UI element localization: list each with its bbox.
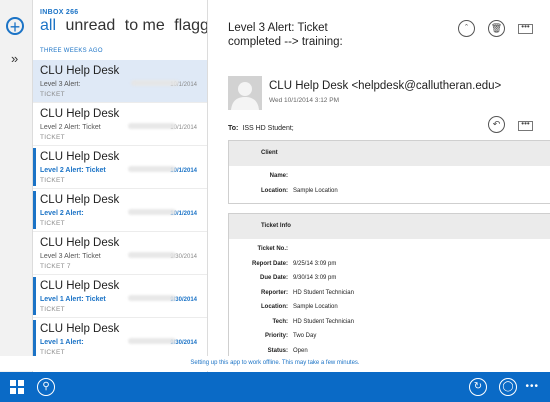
list-item[interactable]: CLU Help Desk Level 3 Alert: TICKET 10/1/20… bbox=[33, 60, 207, 103]
list-item-tag: TICKET bbox=[40, 349, 65, 356]
list-item-subject: Level 1 Alert: bbox=[40, 339, 84, 346]
list-item-subject: Level 2 Alert: Ticket bbox=[40, 167, 106, 174]
list-item-subject: Level 2 Alert: Ticket bbox=[40, 124, 101, 131]
list-item[interactable]: CLU Help Desk Level 2 Alert: Ticket TICKET… bbox=[33, 146, 207, 189]
field-value: Sample Location bbox=[293, 304, 338, 310]
delete-icon[interactable]: 🗑 bbox=[488, 20, 505, 37]
sync-icon[interactable]: ↻ bbox=[469, 378, 487, 396]
message-list: CLU Help Desk Level 3 Alert: TICKET 10/1/20… bbox=[33, 60, 207, 361]
field-label: Location: bbox=[261, 304, 288, 310]
list-item-sender: CLU Help Desk bbox=[40, 108, 120, 120]
field-row: Location: Sample Location bbox=[229, 301, 550, 316]
offline-setup-notice: Setting up this app to work offline. Thi… bbox=[0, 356, 550, 371]
list-item-sender: CLU Help Desk bbox=[40, 151, 120, 163]
field-label: Name: bbox=[269, 173, 288, 179]
list-item-tag: TICKET bbox=[40, 306, 65, 313]
list-item[interactable]: CLU Help Desk Level 1 Alert: Ticket TICKET… bbox=[33, 275, 207, 318]
redacted-text bbox=[128, 338, 176, 344]
field-row: Due Date: 9/30/14 3:09 pm bbox=[229, 272, 550, 287]
collapse-icon[interactable]: ˆ bbox=[458, 20, 475, 37]
list-item-tag: TICKET bbox=[40, 177, 65, 184]
message-subject: Level 3 Alert: Ticket completed --> trai… bbox=[228, 22, 343, 48]
list-item[interactable]: CLU Help Desk Level 3 Alert: Ticket TICKET… bbox=[33, 232, 207, 275]
body-section: Client Name: Location: Sample Location bbox=[228, 140, 550, 204]
reading-pane: Level 3 Alert: Ticket completed --> trai… bbox=[208, 0, 550, 372]
app-bar: ⚲ ↻ ◯ ••• bbox=[0, 372, 550, 402]
filter-unread[interactable]: unread bbox=[65, 17, 115, 34]
list-item-tag: TICKET bbox=[40, 134, 65, 141]
redacted-text bbox=[128, 123, 176, 129]
message-more-icon[interactable]: ••• bbox=[518, 120, 533, 131]
search-icon[interactable]: ⚲ bbox=[37, 378, 55, 396]
list-item-subject: Level 2 Alert: bbox=[40, 210, 84, 217]
section-title: Ticket Info bbox=[229, 214, 550, 239]
read-aloud-icon[interactable]: ◯ bbox=[499, 378, 517, 396]
sender-avatar bbox=[228, 76, 262, 110]
field-label: Priority: bbox=[264, 333, 288, 339]
field-label: Ticket No.: bbox=[257, 246, 288, 252]
compose-icon[interactable]: + bbox=[6, 17, 24, 36]
left-rail: + » bbox=[0, 0, 33, 372]
folder-title[interactable]: INBOX 266 bbox=[40, 9, 79, 16]
list-item[interactable]: CLU Help Desk Level 2 Alert: TICKET 10/1/20… bbox=[33, 189, 207, 232]
filter-to-me[interactable]: to me bbox=[125, 17, 165, 34]
list-item[interactable]: CLU Help Desk Level 1 Alert: TICKET 9/30/20… bbox=[33, 318, 207, 361]
list-item-subject: Level 1 Alert: Ticket bbox=[40, 296, 106, 303]
field-row: Ticket No.: bbox=[229, 243, 550, 258]
field-label: Status: bbox=[267, 347, 288, 354]
field-label: Reporter: bbox=[260, 289, 288, 296]
redacted-text bbox=[131, 80, 179, 86]
to-label: To: bbox=[228, 125, 239, 132]
redacted-text bbox=[128, 295, 176, 301]
list-item-tag: TICKET bbox=[40, 91, 65, 98]
date-group-header: THREE WEEKS AGO bbox=[40, 48, 103, 54]
list-item-sender: CLU Help Desk bbox=[40, 323, 120, 335]
more-actions-icon[interactable]: ••• bbox=[518, 23, 533, 34]
list-item-tag: TICKET bbox=[40, 220, 65, 227]
sent-timestamp: Wed 10/1/2014 3:12 PM bbox=[269, 97, 339, 104]
message-list-pane: INBOX 266 all unread to me flagged THREE… bbox=[33, 0, 207, 372]
sender-address[interactable]: CLU Help Desk <helpdesk@callutheran.edu> bbox=[269, 80, 501, 92]
list-item-sender: CLU Help Desk bbox=[40, 237, 120, 249]
body-section: Ticket Info Ticket No.: Report Date: 9/25/1… bbox=[228, 213, 550, 364]
field-label: Tech: bbox=[272, 318, 288, 325]
redacted-text bbox=[128, 209, 176, 215]
field-value: Open bbox=[293, 347, 308, 354]
field-value: Two Day bbox=[293, 333, 317, 339]
field-label: Due Date: bbox=[259, 275, 288, 281]
field-value: HD Student Technician bbox=[293, 318, 354, 325]
app-bar-more-icon[interactable]: ••• bbox=[525, 381, 539, 392]
field-row: Report Date: 9/25/14 3:09 pm bbox=[229, 258, 550, 273]
field-value: HD Student Technician bbox=[293, 289, 354, 296]
filter-bar: all unread to me flagged bbox=[40, 17, 207, 35]
list-item-subject: Level 3 Alert: Ticket bbox=[40, 253, 101, 260]
filter-all[interactable]: all bbox=[40, 17, 56, 34]
field-row: Location: Sample Location bbox=[229, 185, 550, 200]
recipient-line: To: ISS HD Student; bbox=[228, 125, 294, 132]
field-label: Report Date: bbox=[251, 260, 288, 267]
section-title: Client bbox=[229, 141, 550, 166]
field-label: Location: bbox=[261, 187, 288, 194]
field-value: 9/25/14 3:09 pm bbox=[293, 260, 337, 267]
field-row: Tech: HD Student Technician bbox=[229, 316, 550, 331]
list-item-sender: CLU Help Desk bbox=[40, 65, 120, 77]
redacted-text bbox=[128, 166, 176, 172]
recipient-value[interactable]: ISS HD Student; bbox=[242, 125, 293, 132]
message-body: Client Name: Location: Sample Location Ticke… bbox=[228, 140, 550, 372]
app-switcher-icon[interactable] bbox=[10, 380, 25, 395]
field-value: Sample Location bbox=[293, 187, 338, 194]
list-item-tag: TICKET 7 bbox=[40, 263, 71, 270]
filter-flagged[interactable]: flagged bbox=[174, 17, 207, 34]
list-item[interactable]: CLU Help Desk Level 2 Alert: Ticket TICKET… bbox=[33, 103, 207, 146]
list-item-sender: CLU Help Desk bbox=[40, 194, 120, 206]
field-row: Name: bbox=[229, 170, 550, 185]
field-value: 9/30/14 3:09 pm bbox=[293, 275, 337, 281]
redacted-text bbox=[128, 252, 176, 258]
list-item-sender: CLU Help Desk bbox=[40, 280, 120, 292]
field-row: Reporter: HD Student Technician bbox=[229, 287, 550, 302]
reply-icon[interactable]: ↶ bbox=[488, 116, 505, 133]
field-row: Priority: Two Day bbox=[229, 330, 550, 345]
expand-folders-icon[interactable]: » bbox=[11, 52, 18, 65]
list-item-subject: Level 3 Alert: bbox=[40, 81, 81, 88]
